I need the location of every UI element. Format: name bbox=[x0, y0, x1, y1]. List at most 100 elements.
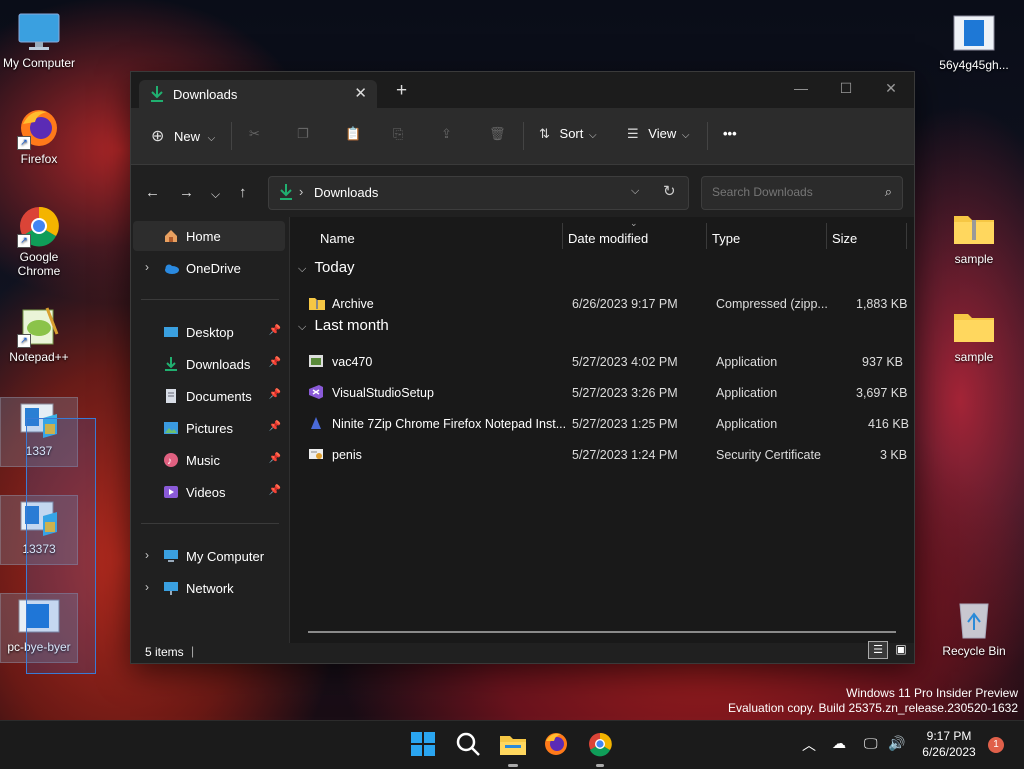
close-window-button[interactable]: ✕ bbox=[871, 76, 911, 100]
plus-circle-icon: ⊕ bbox=[151, 128, 165, 145]
visual-studio-icon bbox=[308, 384, 324, 400]
nav-item-downloads[interactable]: Downloads 📌 bbox=[133, 349, 285, 379]
chrome-icon: ↗ bbox=[17, 204, 61, 248]
nav-item-my-computer[interactable]: › My Computer bbox=[133, 541, 285, 571]
notification-badge[interactable]: 1 bbox=[988, 737, 1004, 753]
search-icon[interactable] bbox=[455, 731, 483, 759]
clock[interactable]: 9:17 PM 6/26/2023 bbox=[918, 728, 980, 760]
address-bar[interactable]: › Downloads ⌵ ↻ bbox=[268, 176, 689, 210]
cut-icon[interactable]: ✂ bbox=[249, 126, 260, 142]
tab-close-icon[interactable]: ✕ bbox=[354, 84, 367, 102]
file-name: vac470 bbox=[332, 355, 373, 369]
desktop-icon-chrome[interactable]: ↗ Google Chrome bbox=[1, 204, 77, 278]
file-name: Ninite 7Zip Chrome Firefox Notepad Inst.… bbox=[332, 417, 567, 431]
up-arrow-icon[interactable]: ↑ bbox=[239, 184, 247, 201]
firefox-icon[interactable] bbox=[543, 731, 571, 759]
forward-arrow-icon[interactable]: → bbox=[179, 184, 194, 201]
nav-item-documents[interactable]: Documents 📌 bbox=[133, 381, 285, 411]
rename-icon[interactable]: ⎘ bbox=[393, 126, 403, 142]
app-window-icon bbox=[952, 12, 996, 56]
search-box[interactable]: ⌕ bbox=[701, 176, 903, 210]
file-type: Compressed (zipp... bbox=[716, 297, 828, 311]
view-button[interactable]: ☰ View ⌵ bbox=[627, 126, 689, 142]
desktop-icon-label: Notepad++ bbox=[9, 350, 69, 364]
start-windows-icon[interactable] bbox=[410, 731, 438, 759]
minimize-button[interactable]: — bbox=[781, 76, 821, 100]
table-row[interactable]: Ninite 7Zip Chrome Firefox Notepad Inst.… bbox=[302, 411, 909, 437]
search-input[interactable] bbox=[710, 184, 874, 200]
desktop-icon-recycle-bin[interactable]: Recycle Bin bbox=[936, 598, 1012, 658]
column-divider bbox=[706, 223, 707, 249]
table-row[interactable]: Archive 6/26/2023 9:17 PM Compressed (zi… bbox=[302, 291, 907, 317]
copy-icon[interactable]: ❐ bbox=[297, 126, 309, 142]
tab-downloads[interactable]: Downloads ✕ bbox=[139, 80, 377, 108]
column-divider bbox=[906, 223, 907, 249]
nav-divider bbox=[141, 299, 279, 300]
recent-chevron-icon[interactable]: ⌵ bbox=[211, 187, 220, 202]
onedrive-offline-icon[interactable]: ☁ bbox=[832, 735, 846, 752]
column-header-type[interactable]: Type bbox=[712, 231, 740, 246]
group-header-last-month[interactable]: ⌵ Last month bbox=[298, 317, 389, 334]
desktop-icon-notepadpp[interactable]: ↗ Notepad++ bbox=[1, 304, 77, 364]
nav-item-desktop[interactable]: Desktop 📌 bbox=[133, 317, 285, 347]
table-row[interactable]: vac470 5/27/2023 4:02 PM Application 937… bbox=[302, 349, 903, 375]
download-icon bbox=[149, 85, 165, 106]
sort-button[interactable]: ⇅ Sort ⌵ bbox=[539, 126, 597, 142]
back-arrow-icon[interactable]: ← bbox=[145, 184, 160, 201]
pin-icon: 📌 bbox=[268, 421, 281, 432]
file-explorer-window[interactable]: Downloads ✕ + — ☐ ✕ ⊕ New ⌵ ✂ ❐ 📋 ⎘ ⇪ 🗑 … bbox=[130, 71, 915, 664]
expand-chevron-icon[interactable]: › bbox=[145, 260, 149, 274]
title-bar[interactable]: Downloads ✕ + — ☐ ✕ bbox=[131, 72, 914, 108]
nav-item-music[interactable]: ♪ Music 📌 bbox=[133, 445, 285, 475]
desktop-icon-sample-zip[interactable]: sample bbox=[936, 206, 1012, 266]
show-hidden-icons-chevron[interactable]: ︿ bbox=[802, 735, 816, 755]
file-name: Archive bbox=[332, 297, 374, 311]
refresh-icon[interactable]: ↻ bbox=[663, 182, 676, 200]
new-button[interactable]: ⊕ New ⌵ bbox=[151, 126, 215, 146]
breadcrumb-downloads[interactable]: Downloads bbox=[314, 185, 378, 200]
column-header-date[interactable]: Date modified bbox=[568, 231, 648, 246]
drag-selection-rectangle bbox=[26, 418, 96, 674]
delete-icon[interactable]: 🗑 bbox=[489, 126, 506, 142]
nav-item-pictures[interactable]: Pictures 📌 bbox=[133, 413, 285, 443]
new-tab-button[interactable]: + bbox=[396, 80, 407, 102]
nav-item-videos[interactable]: Videos 📌 bbox=[133, 477, 285, 507]
file-size: 3,697 KB bbox=[856, 386, 908, 400]
address-dropdown-icon[interactable]: ⌵ bbox=[631, 185, 639, 198]
status-divider: | bbox=[191, 644, 195, 658]
file-date: 5/27/2023 3:26 PM bbox=[572, 386, 678, 400]
column-header-name[interactable]: Name bbox=[320, 231, 355, 246]
file-type: Security Certificate bbox=[716, 448, 821, 462]
details-view-icon[interactable]: ☰ bbox=[868, 641, 888, 659]
more-options-icon[interactable]: ••• bbox=[723, 126, 737, 141]
view-list-icon: ☰ bbox=[627, 126, 639, 141]
expand-chevron-icon[interactable]: › bbox=[145, 548, 149, 562]
chevron-down-icon: ⌵ bbox=[589, 130, 597, 141]
volume-icon[interactable]: 🔊 bbox=[888, 735, 905, 752]
desktop-icon-sample-folder[interactable]: sample bbox=[936, 304, 1012, 364]
column-header-size[interactable]: Size bbox=[832, 231, 857, 246]
nav-item-network[interactable]: › Network bbox=[133, 573, 285, 603]
expand-chevron-icon[interactable]: › bbox=[145, 580, 149, 594]
share-icon[interactable]: ⇪ bbox=[441, 126, 452, 142]
maximize-button[interactable]: ☐ bbox=[826, 76, 866, 100]
download-icon bbox=[163, 356, 179, 372]
table-row[interactable]: VisualStudioSetup 5/27/2023 3:26 PM Appl… bbox=[302, 380, 907, 406]
search-icon[interactable]: ⌕ bbox=[885, 184, 892, 200]
group-header-today[interactable]: ⌵ Today bbox=[298, 259, 355, 276]
chrome-icon[interactable] bbox=[587, 731, 615, 767]
nav-item-onedrive[interactable]: › OneDrive bbox=[133, 253, 285, 283]
desktop-icon-56y4g45gh[interactable]: 56y4g45gh... bbox=[936, 12, 1012, 72]
file-explorer-icon[interactable] bbox=[499, 731, 527, 767]
desktop-icon-my-computer[interactable]: My Computer bbox=[1, 10, 77, 70]
desktop-icon-firefox[interactable]: ↗ Firefox bbox=[1, 106, 77, 166]
table-row[interactable]: penis 5/27/2023 1:24 PM Security Certifi… bbox=[302, 442, 907, 468]
paste-icon[interactable]: 📋 bbox=[345, 126, 361, 142]
tiles-view-icon[interactable]: ▣ bbox=[892, 641, 910, 657]
zip-folder-icon bbox=[308, 295, 325, 311]
desktop-icon-label: My Computer bbox=[2, 56, 76, 70]
horizontal-scrollbar[interactable] bbox=[308, 631, 896, 633]
monitor-icon bbox=[163, 548, 179, 564]
nav-item-home[interactable]: Home bbox=[133, 221, 285, 251]
network-icon[interactable]: 🖵 bbox=[864, 735, 878, 752]
